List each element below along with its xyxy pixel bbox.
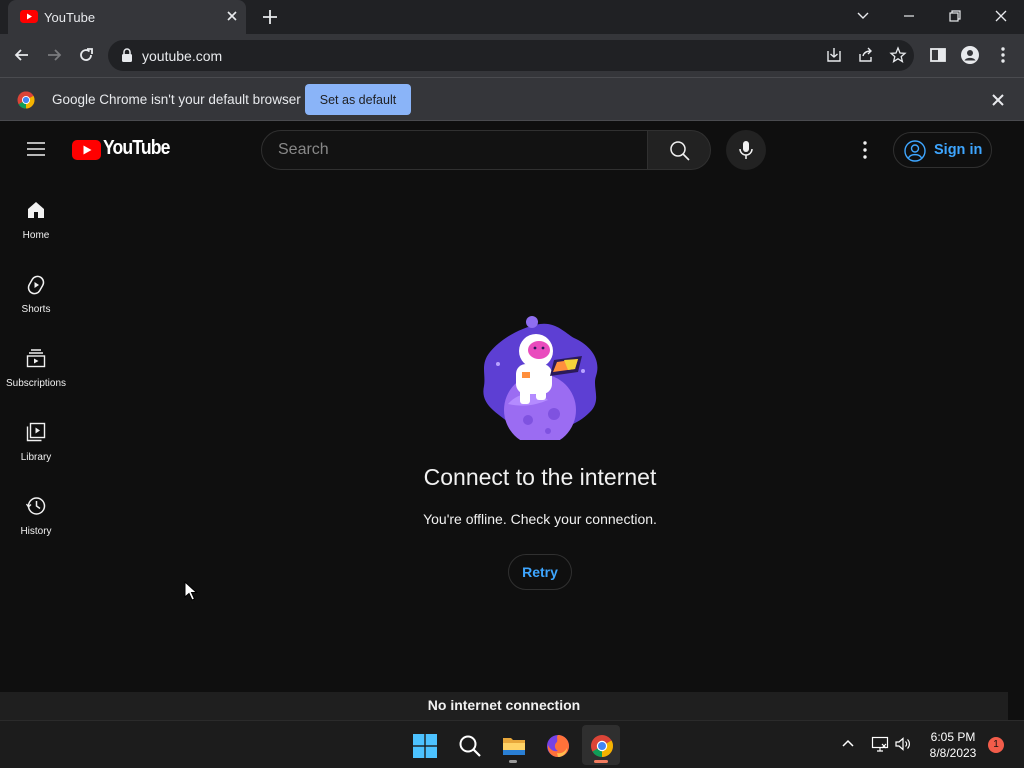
- close-window-icon[interactable]: [991, 6, 1011, 26]
- sidebar-item-label: Library: [20, 452, 52, 463]
- youtube-favicon-icon: [20, 10, 38, 23]
- page-scrollbar[interactable]: [1008, 122, 1024, 720]
- account-circle-icon: [904, 140, 926, 162]
- close-tab-icon[interactable]: [224, 8, 240, 24]
- file-explorer-icon: [503, 738, 525, 755]
- bookmark-star-icon[interactable]: [889, 46, 907, 64]
- restore-icon[interactable]: [945, 6, 965, 26]
- side-panel-icon[interactable]: [928, 45, 948, 65]
- windows-start-icon: [413, 734, 437, 758]
- voice-search-button[interactable]: [726, 130, 766, 170]
- sidebar-item-library[interactable]: Library: [0, 412, 72, 478]
- taskbar-chrome[interactable]: [582, 725, 620, 765]
- chrome-menu-icon[interactable]: [993, 45, 1013, 65]
- sidebar-item-label: Subscriptions: [5, 378, 67, 389]
- address-bar[interactable]: youtube.com: [108, 40, 914, 71]
- running-indicator: [509, 760, 517, 763]
- sidebar-item-label: History: [20, 526, 52, 537]
- retry-button[interactable]: Retry: [508, 554, 572, 590]
- no-connection-toast: No internet connection: [0, 692, 1008, 720]
- back-icon[interactable]: [12, 45, 32, 65]
- tab-strip: YouTube: [0, 0, 1024, 34]
- active-indicator: [594, 760, 608, 763]
- url-text[interactable]: youtube.com: [142, 48, 222, 64]
- settings-more-icon[interactable]: [855, 139, 875, 161]
- offline-astronaut-illustration: [483, 316, 598, 440]
- search-box[interactable]: [261, 130, 648, 170]
- history-icon: [26, 497, 46, 515]
- clock-date: 8/8/2023: [929, 746, 977, 760]
- search-button[interactable]: [647, 130, 711, 170]
- hamburger-menu-icon[interactable]: [26, 141, 46, 157]
- search-input[interactable]: [278, 140, 638, 160]
- taskbar-firefox[interactable]: [538, 725, 576, 765]
- close-infobar-icon[interactable]: [990, 92, 1006, 108]
- install-app-icon[interactable]: [825, 46, 843, 64]
- search-icon: [459, 735, 481, 757]
- forward-icon[interactable]: [44, 45, 64, 65]
- lock-icon[interactable]: [121, 48, 133, 62]
- library-icon: [26, 422, 46, 442]
- reload-icon[interactable]: [76, 45, 96, 65]
- notification-badge[interactable]: 1: [988, 737, 1004, 753]
- subscriptions-icon: [26, 349, 46, 368]
- set-as-default-button[interactable]: Set as default: [305, 84, 411, 115]
- offline-subtitle: You're offline. Check your connection.: [423, 511, 657, 527]
- tab-search-chevron-icon[interactable]: [853, 6, 873, 26]
- start-button[interactable]: [405, 725, 443, 765]
- sidebar-item-history[interactable]: History: [0, 486, 72, 552]
- sidebar-item-home[interactable]: Home: [0, 190, 72, 256]
- chrome-logo-icon: [17, 91, 35, 109]
- taskbar-search-button[interactable]: [450, 725, 488, 765]
- tab-title: YouTube: [44, 10, 96, 25]
- taskbar-file-explorer[interactable]: [494, 725, 532, 765]
- minimize-icon[interactable]: [899, 6, 919, 26]
- sidebar-item-label: Shorts: [21, 304, 51, 315]
- sidebar-item-label: Home: [22, 230, 50, 241]
- volume-icon[interactable]: [894, 735, 912, 753]
- system-clock[interactable]: 6:05 PM 8/8/2023: [922, 729, 984, 761]
- default-browser-infobar: Google Chrome isn't your default browser…: [0, 77, 1024, 121]
- sidebar-item-subscriptions[interactable]: Subscriptions: [0, 338, 72, 404]
- clock-time: 6:05 PM: [930, 730, 976, 744]
- windows-taskbar: 6:05 PM 8/8/2023 1: [0, 720, 1024, 768]
- sidebar-item-shorts[interactable]: Shorts: [0, 264, 72, 330]
- home-icon: [28, 202, 44, 218]
- profile-icon[interactable]: [960, 45, 980, 65]
- sign-in-button[interactable]: Sign in: [893, 132, 992, 168]
- chrome-icon: [591, 735, 613, 757]
- youtube-logo-text: YouTube: [103, 137, 170, 159]
- new-tab-icon[interactable]: [260, 7, 280, 27]
- youtube-page: YouTube Sign in Home Shorts Subscription…: [0, 122, 1024, 692]
- microphone-icon: [739, 141, 753, 159]
- sign-in-label: Sign in: [934, 142, 983, 158]
- shorts-icon: [27, 275, 45, 295]
- youtube-logo-icon: [72, 140, 101, 160]
- firefox-icon: [547, 735, 569, 757]
- share-icon[interactable]: [857, 46, 875, 64]
- search-icon: [670, 141, 690, 161]
- show-hidden-icons-chevron-icon[interactable]: [839, 735, 857, 753]
- infobar-message: Google Chrome isn't your default browser: [52, 92, 301, 107]
- tab-youtube[interactable]: YouTube: [8, 0, 246, 34]
- offline-title: Connect to the internet: [423, 464, 657, 490]
- network-icon[interactable]: [871, 735, 889, 753]
- browser-toolbar: youtube.com: [0, 34, 1024, 77]
- youtube-logo[interactable]: YouTube: [72, 137, 170, 162]
- mouse-cursor-icon: [184, 581, 198, 601]
